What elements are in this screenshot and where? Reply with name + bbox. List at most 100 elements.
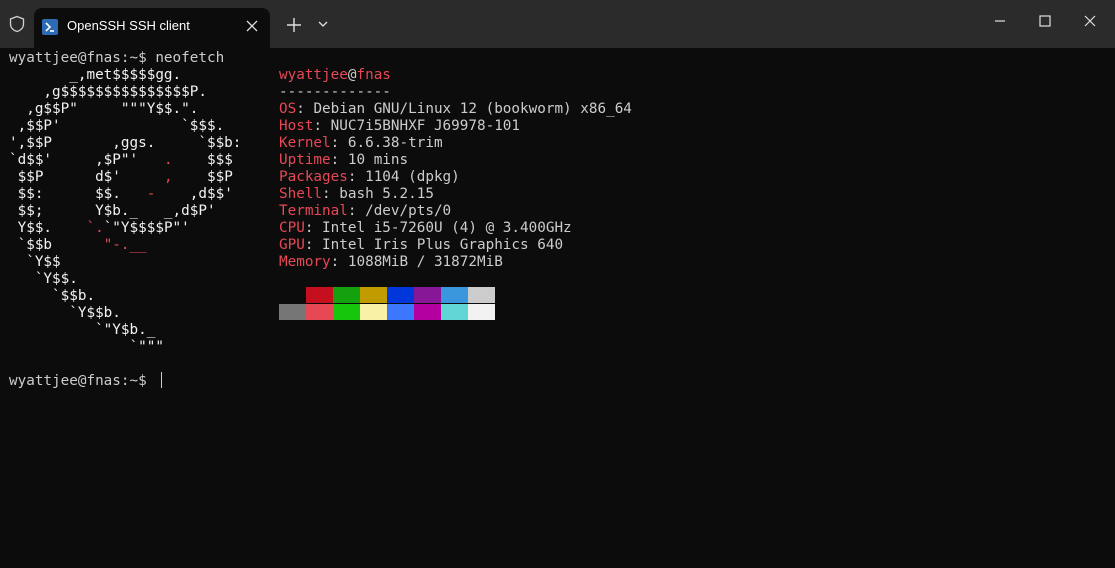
logo-segment: `""": [9, 339, 164, 355]
logo-segment: $$P d$': [9, 169, 164, 185]
logo-line: ',$$P ,ggs. `$$b:: [9, 135, 241, 152]
info-value: NUC7i5BNHXF J69978-101: [330, 118, 521, 134]
info-value: 1104 (dpkg): [365, 169, 460, 185]
separator-line: -------------: [279, 84, 391, 100]
command-line: wyattjee@fnas:~$ neofetch: [9, 50, 225, 66]
info-sep: :: [296, 101, 314, 117]
logo-line: ,g$$$$$$$$$$$$$$$P.: [9, 84, 207, 101]
text-cursor: [161, 372, 162, 388]
user-host: wyattjee@fnas: [279, 67, 391, 84]
info-value: Intel i5-7260U (4) @ 3.400GHz: [322, 220, 572, 236]
palette-swatch: [468, 287, 495, 303]
logo-segment: `.: [86, 220, 104, 236]
logo-line: `Y$$: [9, 254, 61, 271]
info-value: 6.6.38-trim: [347, 135, 443, 151]
palette-swatch: [333, 304, 360, 320]
palette-swatch: [441, 304, 468, 320]
logo-segment: `$$b: [9, 237, 104, 253]
maximize-icon[interactable]: [1030, 8, 1060, 34]
info-row: OS: Debian GNU/Linux 12 (bookworm) x86_6…: [279, 101, 632, 118]
hostname: fnas: [356, 67, 391, 83]
info-key: GPU: [279, 237, 305, 253]
palette-swatch: [360, 304, 387, 320]
logo-segment: `Y$$b.: [9, 305, 121, 321]
tab-close-icon[interactable]: [242, 16, 262, 36]
terminal-pane[interactable]: wyattjee@fnas:~$ neofetch _,met$$$$$gg. …: [0, 48, 1115, 568]
powershell-icon: [42, 19, 58, 35]
logo-segment: ,g$$P" """Y$$.".: [9, 101, 199, 117]
logo-line: `$$b.: [9, 288, 95, 305]
logo-segment: $$; Y$b._ _,d$P': [9, 203, 216, 219]
info-row: Shell: bash 5.2.15: [279, 186, 434, 203]
logo-segment: `d$$' ,$P"': [9, 152, 164, 168]
info-sep: :: [347, 203, 366, 219]
info-value: /dev/pts/0: [365, 203, 452, 219]
info-sep: :: [330, 152, 348, 168]
info-row: Terminal: /dev/pts/0: [279, 203, 451, 220]
logo-segment: Y$$.: [9, 220, 87, 236]
info-key: Terminal: [279, 203, 348, 219]
logo-line: `"Y$b._: [9, 322, 155, 339]
info-row: GPU: Intel Iris Plus Graphics 640: [279, 237, 563, 254]
logo-line: `d$$' ,$P"' . $$$: [9, 152, 233, 169]
logo-line: Y$$. `.`"Y$$$$P"': [9, 220, 190, 237]
chevron-down-icon[interactable]: [314, 15, 332, 33]
tab-openssh[interactable]: OpenSSH SSH client: [34, 8, 270, 48]
title-bar: OpenSSH SSH client: [0, 0, 1115, 48]
info-row: Host: NUC7i5BNHXF J69978-101: [279, 118, 520, 135]
logo-segment: .: [163, 152, 173, 168]
info-value: Intel Iris Plus Graphics 640: [322, 237, 564, 253]
logo-line: ,g$$P" """Y$$.".: [9, 101, 198, 118]
info-value: 10 mins: [347, 152, 409, 168]
info-key: CPU: [279, 220, 305, 236]
logo-segment: ',$$P ,ggs. `$$b:: [9, 135, 242, 151]
info-sep: :: [304, 220, 323, 236]
logo-line: `""": [9, 339, 164, 356]
palette-swatch: [387, 304, 414, 320]
info-key: OS: [279, 101, 297, 117]
info-row: Uptime: 10 mins: [279, 152, 408, 169]
info-key: Host: [279, 118, 314, 134]
logo-segment: "-.__: [103, 237, 147, 253]
palette-swatch: [306, 287, 333, 303]
info-row: Packages: 1104 (dpkg): [279, 169, 460, 186]
info-sep: :: [304, 237, 323, 253]
palette-swatch: [360, 287, 387, 303]
logo-segment: $$: $$.: [9, 186, 147, 202]
info-key: Shell: [279, 186, 323, 202]
username: wyattjee: [279, 67, 348, 83]
logo-line: `Y$$.: [9, 271, 78, 288]
logo-line: $$; Y$b._ _,d$P': [9, 203, 216, 220]
info-sep: :: [330, 135, 348, 151]
logo-segment: _,met$$$$$gg.: [9, 67, 182, 83]
logo-segment: ,$$P' `$$$.: [9, 118, 225, 134]
info-value: Debian GNU/Linux 12 (bookworm) x86_64: [313, 101, 632, 117]
logo-segment: `$$b.: [9, 288, 96, 304]
logo-line: _,met$$$$$gg.: [9, 67, 181, 84]
info-sep: :: [322, 186, 340, 202]
logo-segment: `Y$$: [9, 254, 61, 270]
logo-segment: $$$: [172, 152, 233, 168]
logo-line: `Y$$b.: [9, 305, 121, 322]
palette-swatch: [387, 287, 414, 303]
info-row: Kernel: 6.6.38-trim: [279, 135, 443, 152]
info-sep: :: [330, 254, 348, 270]
info-value: bash 5.2.15: [339, 186, 434, 202]
palette-swatch: [306, 304, 333, 320]
window-close-icon[interactable]: [1075, 8, 1105, 34]
palette-swatch: [468, 304, 495, 320]
shield-icon[interactable]: [8, 15, 26, 33]
palette-swatch: [441, 287, 468, 303]
logo-segment: ,: [163, 169, 173, 185]
new-tab-plus-icon[interactable]: [282, 13, 306, 37]
minimize-icon[interactable]: [985, 8, 1015, 34]
logo-line: `$$b "-.__: [9, 237, 147, 254]
info-sep: :: [347, 169, 366, 185]
palette-swatch: [414, 304, 441, 320]
info-key: Memory: [279, 254, 331, 270]
palette-swatch: [279, 304, 306, 320]
info-row: CPU: Intel i5-7260U (4) @ 3.400GHz: [279, 220, 572, 237]
logo-line: $$: $$. - ,d$$': [9, 186, 233, 203]
info-value: 1088MiB / 31872MiB: [347, 254, 503, 270]
info-key: Packages: [279, 169, 348, 185]
